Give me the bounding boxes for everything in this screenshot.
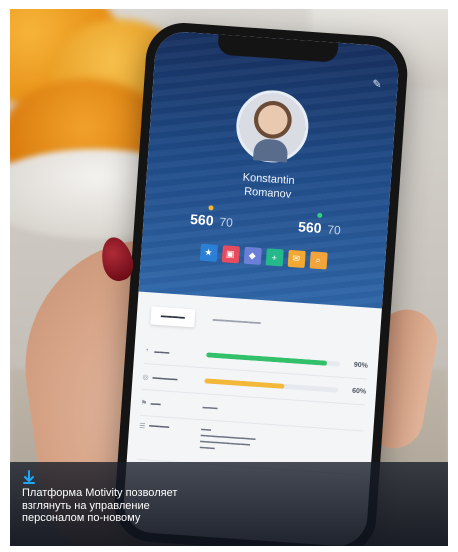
flag-icon: ⚑ bbox=[140, 399, 148, 407]
stat-group: 560 70 bbox=[161, 201, 262, 232]
action-buttons: ★ ▣ ◆ + ✉ ⌕ bbox=[141, 240, 386, 274]
document-icon: ☰ bbox=[138, 422, 146, 431]
progress-fill bbox=[204, 378, 285, 389]
photo-caption: Платформа Motivity позволяет взглянуть н… bbox=[10, 462, 448, 546]
tab-active[interactable]: ▬▬▬▬ bbox=[150, 306, 196, 328]
caption-line: Платформа Motivity позволяет bbox=[22, 487, 178, 499]
stat-value: 560 bbox=[297, 218, 323, 237]
gift-icon[interactable]: ▣ bbox=[221, 245, 240, 264]
arrow-down-icon bbox=[23, 470, 35, 484]
caption-line: персоналом по-новому bbox=[22, 512, 141, 524]
gauge-icon: ◔ bbox=[144, 347, 149, 355]
avatar bbox=[233, 87, 311, 165]
stat-group: 560 70 bbox=[269, 208, 370, 239]
caption-text: Платформа Motivity позволяет взглянуть н… bbox=[22, 487, 282, 525]
people-icon: ◎ bbox=[142, 373, 149, 381]
progress-track bbox=[204, 378, 339, 393]
stat-marker bbox=[208, 205, 215, 211]
chat-icon[interactable]: ◆ bbox=[243, 246, 262, 265]
progress-percent: 60% bbox=[351, 387, 367, 396]
stat-subvalue: 70 bbox=[218, 214, 234, 230]
progress-percent: 90% bbox=[353, 361, 369, 370]
progress-fill bbox=[206, 352, 327, 366]
caption-line: взглянуть на управление bbox=[22, 499, 150, 512]
star-icon[interactable]: ★ bbox=[199, 243, 218, 262]
stat-value: 560 bbox=[189, 210, 215, 229]
profile-stats: 560 70 560 70 bbox=[161, 201, 370, 239]
stat-marker bbox=[316, 213, 322, 219]
tab-inactive[interactable]: ▬▬▬▬▬▬▬▬ bbox=[202, 310, 271, 333]
mail-icon[interactable]: ✉ bbox=[287, 249, 306, 268]
edit-icon: ✎ bbox=[371, 78, 382, 91]
plus-icon[interactable]: + bbox=[265, 248, 284, 267]
profile-details: ◔ ▬▬▬ 90% ◎ ▬▬▬▬▬ 60% ⚑ ▬▬ ▬▬▬ ☰ ▬▬▬▬ ▬▬… bbox=[136, 338, 369, 476]
stat-subvalue: 70 bbox=[326, 222, 342, 238]
search-icon[interactable]: ⌕ bbox=[309, 251, 328, 270]
progress-track bbox=[206, 352, 341, 367]
profile-header: ✎ Konstantin Romanov 560 70 560 70 ★ ▣ ◆… bbox=[138, 30, 401, 309]
